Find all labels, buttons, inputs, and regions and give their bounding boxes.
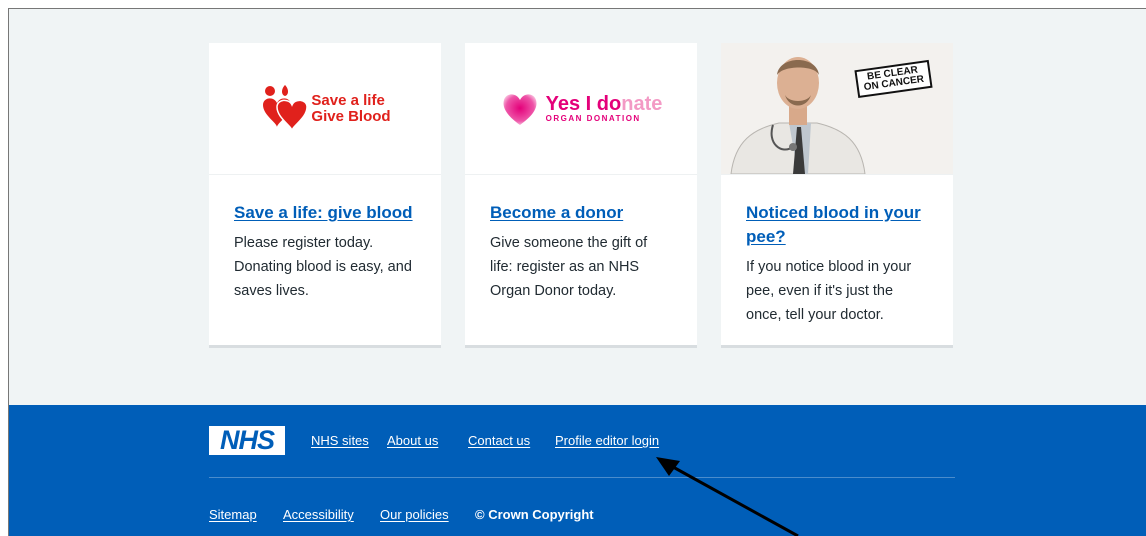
card-blood-in-pee: BE CLEAR ON CANCER Noticed blood in your… xyxy=(721,43,953,348)
logo-line-2: Give Blood xyxy=(311,107,391,125)
site-footer: NHS NHS sites About us Contact us Profil… xyxy=(9,405,1146,536)
footer-link-sitemap[interactable]: Sitemap xyxy=(209,507,257,522)
footer-link-nhs-sites[interactable]: NHS sites xyxy=(311,433,369,448)
page-frame: Save a life Give Blood Save a life: give… xyxy=(8,8,1146,536)
footer-link-our-policies[interactable]: Our policies xyxy=(380,507,449,522)
promo-cards: Save a life Give Blood Save a life: give… xyxy=(209,43,955,349)
organ-donation-logo: Yes I donate ORGAN DONATION xyxy=(465,43,697,175)
hearts-icon xyxy=(263,84,309,131)
footer-link-accessibility[interactable]: Accessibility xyxy=(283,507,354,522)
logo-main-a: Yes I do xyxy=(545,93,622,115)
logo-line-1: Save a life xyxy=(311,91,385,109)
doctor-photo: BE CLEAR ON CANCER xyxy=(721,43,953,175)
logo-sub-text: ORGAN DONATION xyxy=(545,114,641,123)
footer-link-contact-us[interactable]: Contact us xyxy=(468,433,530,448)
card-description: Give someone the gift of life: register … xyxy=(490,235,648,299)
footer-divider xyxy=(209,477,955,478)
pink-heart-icon xyxy=(503,93,537,125)
card-title-link[interactable]: Save a life: give blood xyxy=(234,201,417,225)
copyright-text: © Crown Copyright xyxy=(475,507,594,522)
card-description: Please register today. Donating blood is… xyxy=(234,235,412,299)
card-description: If you notice blood in your pee, even if… xyxy=(746,259,912,323)
card-give-blood: Save a life Give Blood Save a life: give… xyxy=(209,43,441,348)
card-title-link[interactable]: Noticed blood in your pee? xyxy=(746,201,929,249)
card-title-link[interactable]: Become a donor xyxy=(490,201,673,225)
logo-main-b: nate xyxy=(621,93,663,115)
card-organ-donor: Yes I donate ORGAN DONATION Become a don… xyxy=(465,43,697,348)
logo-main-text: Yes I donate xyxy=(546,94,663,114)
nhs-logo[interactable]: NHS xyxy=(209,426,285,455)
footer-link-profile-editor-login[interactable]: Profile editor login xyxy=(555,433,659,448)
give-blood-logo: Save a life Give Blood xyxy=(209,43,441,175)
footer-link-about-us[interactable]: About us xyxy=(387,433,438,448)
